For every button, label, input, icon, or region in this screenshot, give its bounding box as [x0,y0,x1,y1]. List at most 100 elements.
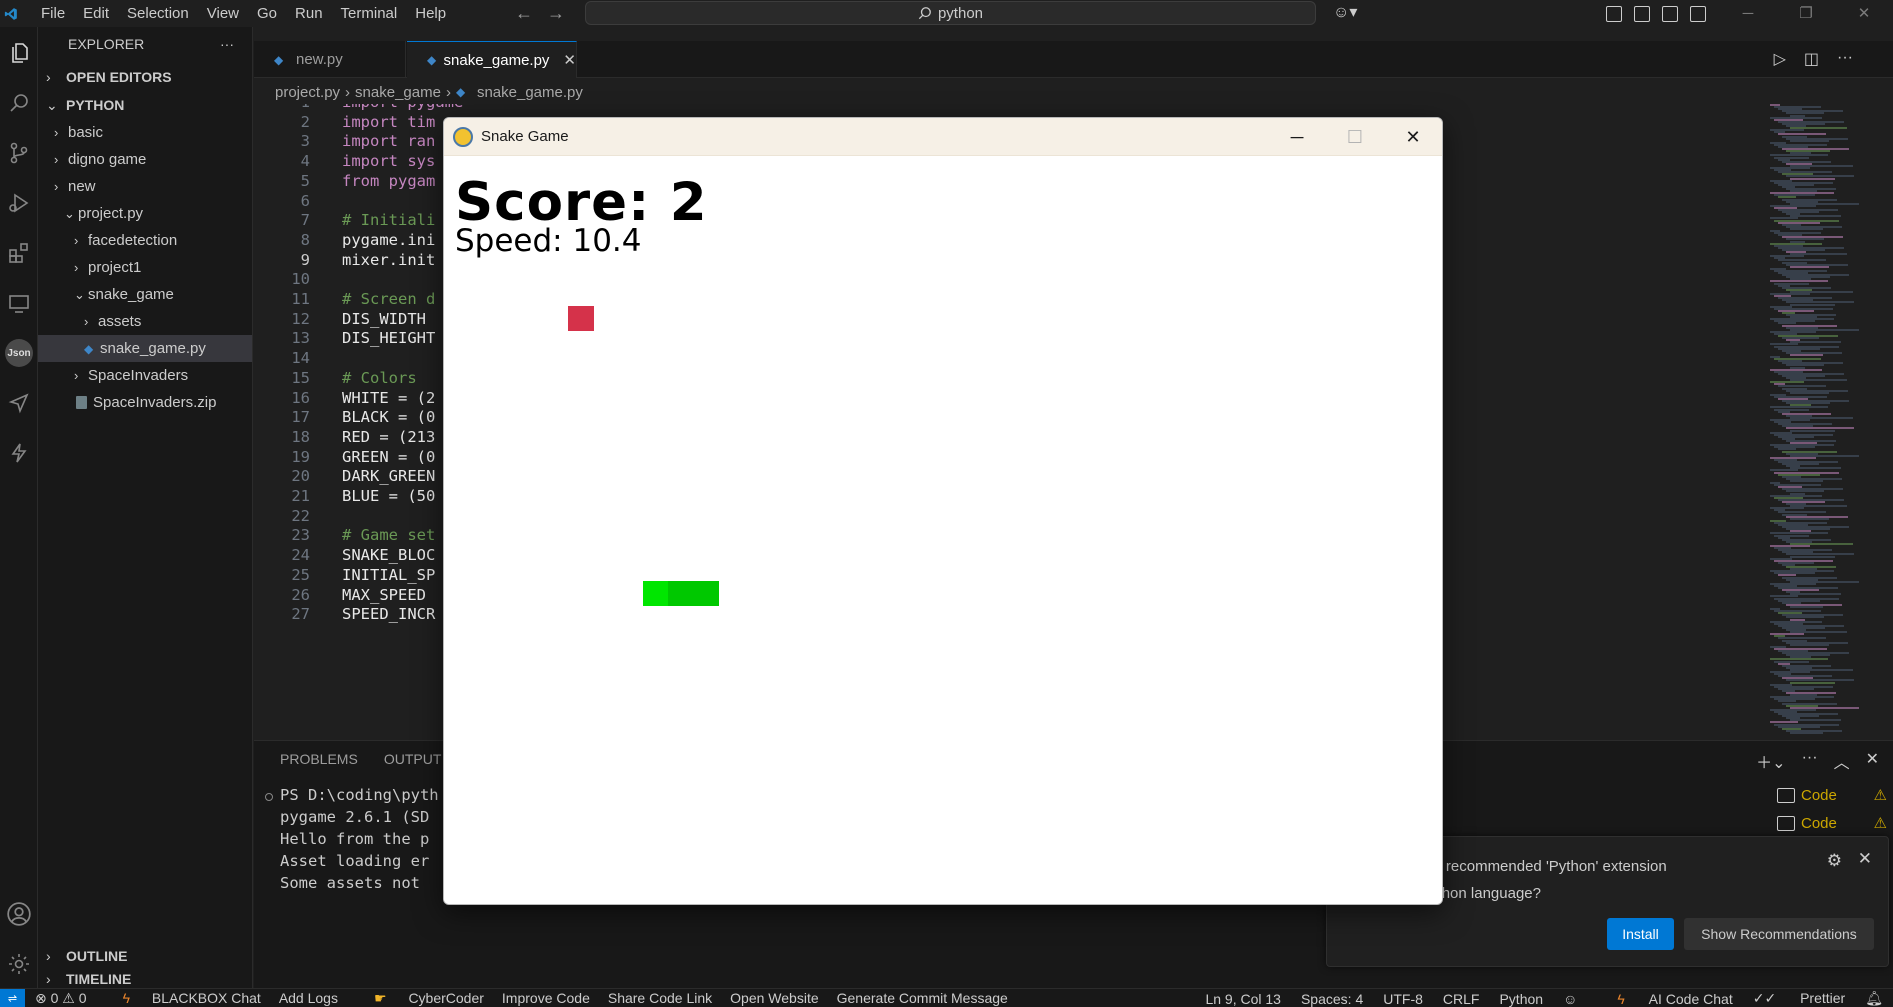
tab-new-py[interactable]: ◆ new.py [254,41,406,78]
add-logs-item[interactable]: Add Logs [279,990,338,1006]
settings-gear-icon[interactable] [0,944,38,984]
minimap-line [1790,353,1823,356]
game-title-bar: Snake Game ─ ☐ ✕ [444,118,1442,156]
outline-label: OUTLINE [66,948,128,964]
cursor-position[interactable]: Ln 9, Col 13 [1205,991,1281,1007]
menu-run[interactable]: Run [286,5,332,22]
tab-output[interactable]: OUTPUT [384,751,442,767]
open-editors-section[interactable]: › OPEN EDITORS [38,63,252,91]
minimize-icon[interactable]: ─ [1268,118,1326,156]
tree-folder-facedetection[interactable]: › facedetection [38,227,252,254]
close-panel-icon[interactable]: ✕ [1866,749,1879,773]
breadcrumb-item[interactable]: snake_game [355,84,441,101]
account-icon[interactable] [0,894,38,934]
remote-explorer-icon[interactable] [0,283,38,323]
encoding[interactable]: UTF-8 [1383,991,1423,1007]
menu-selection[interactable]: Selection [118,5,198,22]
share-code-link-item[interactable]: Share Code Link [608,990,712,1006]
indentation[interactable]: Spaces: 4 [1301,991,1363,1007]
menu-terminal[interactable]: Terminal [332,5,407,22]
search-icon [918,7,931,20]
toggle-secondary-sidebar-icon[interactable] [1690,6,1706,22]
terminal-instance[interactable]: Code ⚠ [1763,809,1893,837]
maximize-icon[interactable]: ☐ [1326,118,1384,156]
tree-file-snake-game-py[interactable]: ◆ snake_game.py [38,335,252,362]
ai-code-chat-item[interactable]: ϟ AI Code Chat [1597,991,1732,1007]
menu-help[interactable]: Help [406,5,455,22]
menu-file[interactable]: File [32,5,74,22]
extensions-icon[interactable] [0,233,38,273]
workspace-section[interactable]: ⌄ PYTHON [38,91,252,119]
customize-layout-icon[interactable] [1606,6,1622,22]
tree-folder-new[interactable]: › new [38,173,252,200]
gear-icon[interactable]: ⚙ [1827,851,1842,871]
json-extension-icon[interactable]: Json [0,333,38,373]
maximize-panel-icon[interactable]: ︿ [1834,749,1850,773]
restore-icon[interactable]: ❐ [1777,0,1835,27]
blackbox-chat-item[interactable]: ϟ BLACKBOX Chat [105,990,261,1006]
close-icon[interactable]: ✕ [1384,118,1442,156]
run-debug-icon[interactable] [0,183,38,223]
minimap[interactable] [1764,104,1886,740]
search-text: python [937,4,984,22]
prettier-item[interactable]: ✓✓ Prettier [1753,990,1845,1007]
new-terminal-icon[interactable]: ＋⌄ [1756,749,1785,773]
search-activity-icon[interactable] [0,83,38,123]
more-actions-icon[interactable]: ··· [220,36,234,52]
menu-edit[interactable]: Edit [74,5,118,22]
line-endings[interactable]: CRLF [1443,991,1480,1007]
more-editor-actions-icon[interactable]: ··· [1837,49,1853,69]
tree-label: snake_game.py [100,340,206,357]
copilot-status-icon[interactable]: ☺ [1563,991,1577,1007]
timeline-section[interactable]: › TIMELINE [38,969,253,988]
tree-label: new [68,178,96,195]
tab-snake-game-py[interactable]: ◆ snake_game.py ✕ [407,41,577,78]
breadcrumb-item[interactable]: snake_game.py [477,84,583,101]
tree-folder-project1[interactable]: › project1 [38,254,252,281]
close-icon[interactable]: ✕ [1858,849,1872,869]
tree-folder-spaceinvaders[interactable]: › SpaceInvaders [38,362,252,389]
game-canvas[interactable]: Score: 2 Speed: 10.4 [444,156,1442,904]
minimize-icon[interactable]: ─ [1719,0,1777,27]
source-control-icon[interactable] [0,133,38,173]
install-button[interactable]: Install [1607,918,1674,950]
problems-status[interactable]: ⊗ 0 ⚠ 0 [35,990,87,1007]
tab-problems[interactable]: PROBLEMS [280,751,358,767]
cybercoder-item[interactable]: ☛ CyberCoder [356,990,484,1007]
improve-code-item[interactable]: Improve Code [502,990,590,1006]
split-editor-icon[interactable]: ◫ [1804,49,1819,69]
tree-folder-assets[interactable]: › assets [38,308,252,335]
remote-indicator-icon[interactable]: ⇌ [0,988,25,1007]
menu-go[interactable]: Go [248,5,286,22]
explorer-sidebar: EXPLORER ··· › OPEN EDITORS ⌄ PYTHON › b… [38,27,253,988]
command-center-search[interactable]: python [585,1,1316,25]
open-website-item[interactable]: Open Website [730,990,818,1006]
terminal-instance[interactable]: Code ⚠ [1763,781,1893,809]
copilot-icon[interactable]: ☺▾ [1333,2,1357,22]
menu-view[interactable]: View [198,5,248,22]
language-mode[interactable]: Python [1499,991,1543,1007]
toggle-sidebar-icon[interactable] [1634,6,1650,22]
tree-file-spaceinvaders-zip[interactable]: SpaceInvaders.zip [38,389,252,416]
lightning-icon[interactable] [0,433,38,473]
tree-folder-digno-game[interactable]: › digno game [38,146,252,173]
generate-commit-message-item[interactable]: Generate Commit Message [837,990,1008,1006]
tree-folder-basic[interactable]: › basic [38,119,252,146]
close-window-icon[interactable]: ✕ [1835,0,1893,27]
forward-arrow-icon[interactable]: → [547,3,565,24]
editor-actions: ▷ ◫ ··· [1774,49,1853,69]
more-panel-actions-icon[interactable]: ··· [1802,749,1818,773]
back-arrow-icon[interactable]: ← [515,3,533,24]
snake-body [668,581,719,606]
tree-folder-snake-game[interactable]: ⌄ snake_game [38,281,252,308]
show-recommendations-button[interactable]: Show Recommendations [1684,918,1874,950]
send-icon[interactable] [0,383,38,423]
tree-folder-project-py[interactable]: ⌄ project.py [38,200,252,227]
toggle-panel-icon[interactable] [1662,6,1678,22]
notifications-bell-icon[interactable]: 🔔︎ [1865,990,1883,1007]
close-tab-icon[interactable]: ✕ [563,51,576,69]
explorer-icon[interactable] [0,33,38,73]
outline-section[interactable]: › OUTLINE [38,942,253,970]
run-file-icon[interactable]: ▷ [1774,49,1786,69]
breadcrumb-item[interactable]: project.py [275,84,340,101]
